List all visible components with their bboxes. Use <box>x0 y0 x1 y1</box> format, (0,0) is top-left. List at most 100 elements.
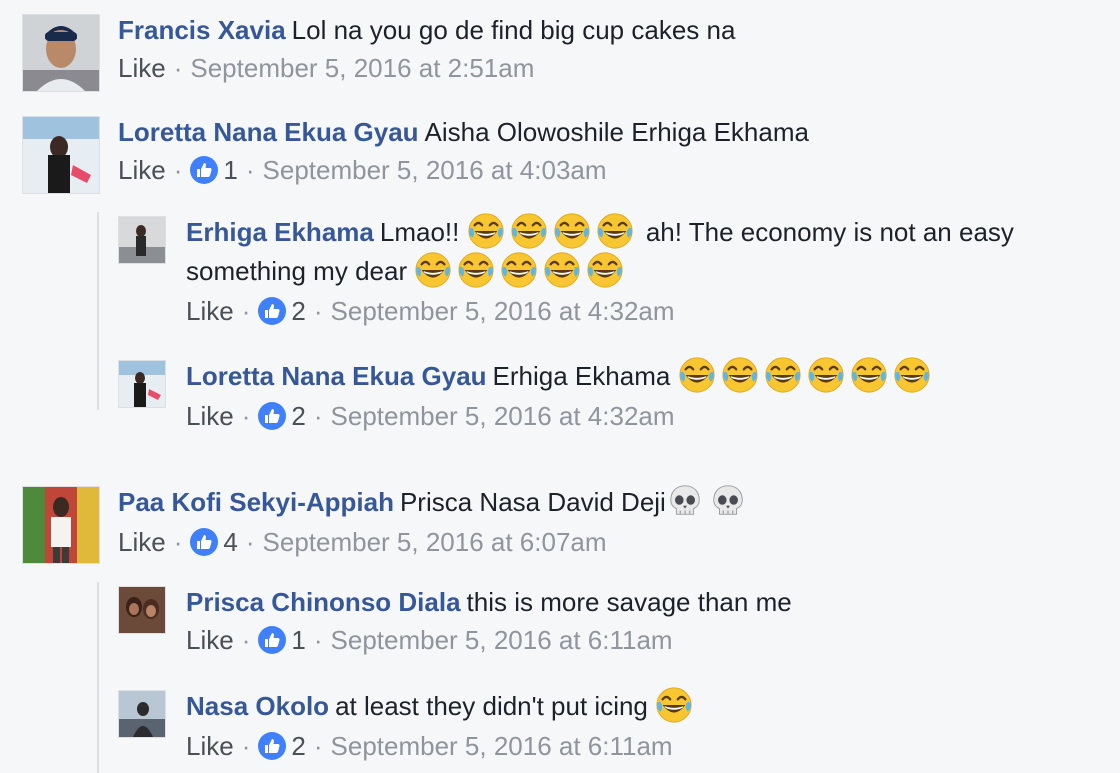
emoji-group <box>678 361 936 391</box>
reaction-count: 2 <box>291 296 306 327</box>
comment-body: Francis Xavia Lol na you go de find big c… <box>118 14 1110 83</box>
comment-author[interactable]: Nasa Okolo <box>186 691 329 721</box>
face-with-tears-of-joy-icon <box>678 356 716 394</box>
comment-author[interactable]: Erhiga Ekhama <box>186 217 374 247</box>
separator: · <box>245 155 255 185</box>
comment-text: Lol na you go de find big cup cakes na <box>291 15 736 45</box>
separator: · <box>241 625 251 655</box>
comment-text: Erhiga Ekhama <box>492 361 671 391</box>
reaction-count: 1 <box>223 155 238 185</box>
timestamp[interactable]: September 5, 2016 at 6:11am <box>331 731 673 761</box>
like-reaction-icon <box>258 402 286 430</box>
like-reaction-icon <box>190 528 218 556</box>
like-button[interactable]: Like <box>118 53 166 83</box>
reaction-summary[interactable]: 1 <box>190 155 238 185</box>
reaction-count: 2 <box>291 401 306 432</box>
timestamp[interactable]: September 5, 2016 at 6:11am <box>331 625 673 655</box>
timestamp[interactable]: September 5, 2016 at 2:51am <box>190 53 534 83</box>
reaction-count: 2 <box>291 731 306 762</box>
separator: · <box>241 731 251 762</box>
like-reaction-icon <box>258 297 286 325</box>
separator: · <box>241 296 251 327</box>
comment-author[interactable]: Loretta Nana Ekua Gyau <box>186 361 487 391</box>
avatar[interactable] <box>22 486 100 564</box>
face-with-tears-of-joy-icon <box>510 212 548 250</box>
timestamp[interactable]: September 5, 2016 at 6:07am <box>263 527 607 557</box>
reaction-summary[interactable]: 2 <box>258 296 306 327</box>
separator: · <box>313 401 323 432</box>
comment-actions: Like · 4 · September 5, 2016 at 6:07am <box>118 527 1110 557</box>
face-with-tears-of-joy-icon <box>467 212 505 250</box>
avatar[interactable] <box>118 216 166 264</box>
reaction-summary[interactable]: 2 <box>258 731 306 762</box>
face-with-tears-of-joy-icon <box>543 251 581 289</box>
face-with-tears-of-joy-icon <box>655 686 693 724</box>
separator: · <box>313 625 323 655</box>
comment-text-line2: something my dear <box>186 256 408 287</box>
like-button[interactable]: Like <box>186 296 234 326</box>
comment-author[interactable]: Prisca Chinonso Diala <box>186 587 461 617</box>
separator: · <box>173 53 183 83</box>
face-with-tears-of-joy-icon <box>414 251 452 289</box>
comment-actions: Like · 1 · September 5, 2016 at 6:11am <box>186 625 1110 655</box>
face-with-tears-of-joy-icon <box>553 212 591 250</box>
reaction-summary[interactable]: 4 <box>190 527 238 558</box>
like-reaction-icon <box>190 156 218 184</box>
comment-author[interactable]: Francis Xavia <box>118 15 286 45</box>
avatar[interactable] <box>118 360 166 408</box>
timestamp[interactable]: September 5, 2016 at 4:32am <box>331 401 675 431</box>
comment-body: Erhiga Ekhama Lmao!! ah! The economy is n… <box>186 216 1110 326</box>
like-button[interactable]: Like <box>118 527 166 557</box>
separator: · <box>313 296 323 327</box>
emoji-group <box>666 487 752 517</box>
avatar[interactable] <box>118 690 166 738</box>
separator: · <box>313 731 323 762</box>
comment-body: Paa Kofi Sekyi-Appiah Prisca Nasa David D… <box>118 486 1110 557</box>
comment-text-before: Lmao!! <box>379 217 460 247</box>
emoji-group <box>414 256 629 286</box>
comment-text-after: ah! The economy is not an easy <box>645 217 1014 247</box>
comment-text: Prisca Nasa David Deji <box>399 487 666 517</box>
face-with-tears-of-joy-icon <box>807 356 845 394</box>
separator: · <box>173 155 183 185</box>
avatar[interactable] <box>118 586 166 634</box>
comment-body: Prisca Chinonso Diala this is more savage… <box>186 586 1110 655</box>
reaction-count: 4 <box>223 527 238 558</box>
comment-actions: Like · 2 · September 5, 2016 at 4:32am <box>186 296 1110 326</box>
timestamp[interactable]: September 5, 2016 at 4:32am <box>331 296 675 326</box>
face-with-tears-of-joy-icon <box>457 251 495 289</box>
like-button[interactable]: Like <box>186 731 234 761</box>
reply-thread-line <box>97 212 99 410</box>
reaction-count: 1 <box>291 625 306 655</box>
like-reaction-icon <box>258 732 286 760</box>
comment-text: this is more savage than me <box>466 587 792 617</box>
comment-body: Nasa Okolo at least they didn't put icing… <box>186 690 1110 761</box>
skull-icon <box>666 482 704 520</box>
comment-author[interactable]: Loretta Nana Ekua Gyau <box>118 117 419 147</box>
like-button[interactable]: Like <box>186 401 234 431</box>
separator: · <box>173 527 183 558</box>
face-with-tears-of-joy-icon <box>596 212 634 250</box>
avatar[interactable] <box>22 116 100 194</box>
face-with-tears-of-joy-icon <box>893 356 931 394</box>
comment-author[interactable]: Paa Kofi Sekyi-Appiah <box>118 487 394 517</box>
comment-text: Aisha Olowoshile Erhiga Ekhama <box>424 117 809 147</box>
like-reaction-icon <box>258 626 286 654</box>
face-with-tears-of-joy-icon <box>764 356 802 394</box>
reaction-summary[interactable]: 2 <box>258 401 306 432</box>
face-with-tears-of-joy-icon <box>850 356 888 394</box>
face-with-tears-of-joy-icon <box>500 251 538 289</box>
timestamp[interactable]: September 5, 2016 at 4:03am <box>263 155 607 185</box>
reaction-summary[interactable]: 1 <box>258 625 306 655</box>
separator: · <box>245 527 255 558</box>
comment-thread: Francis Xavia Lol na you go de find big c… <box>0 0 1120 773</box>
separator: · <box>241 401 251 432</box>
like-button[interactable]: Like <box>186 625 234 655</box>
reply-thread-line <box>97 582 99 773</box>
avatar[interactable] <box>22 14 100 92</box>
like-button[interactable]: Like <box>118 155 166 185</box>
comment-actions: Like · 1 · September 5, 2016 at 4:03am <box>118 155 1110 185</box>
comment-actions: Like · 2 · September 5, 2016 at 6:11am <box>186 731 1110 761</box>
face-with-tears-of-joy-icon <box>721 356 759 394</box>
emoji-group <box>467 217 646 247</box>
